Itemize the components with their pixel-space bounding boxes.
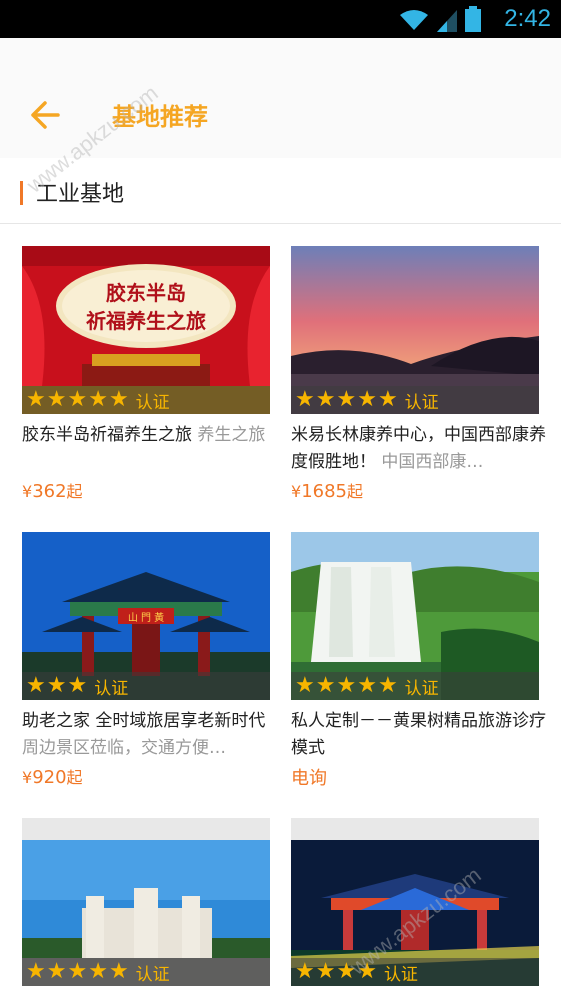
card-3-subtitle: 周边景区莅临，交通方便… [22, 738, 226, 758]
star-icon: ★ [295, 387, 315, 412]
card-4-price: 电询 [291, 764, 327, 790]
card-2-price: ¥1685起 [291, 478, 363, 502]
section-header: 工业基地 [0, 158, 561, 224]
star-icon: ★ [67, 673, 88, 698]
card-3-cert-badge: 认证 [94, 678, 129, 699]
card-4-title-text: 私人定制－－黄果树精品旅游诊疗模式 [291, 711, 546, 758]
star-icon: ★ [46, 387, 67, 412]
back-arrow-icon[interactable] [28, 98, 62, 132]
card-4-title: 私人定制－－黄果树精品旅游诊疗模式 [291, 708, 547, 762]
star-icon: ★ [108, 387, 129, 412]
card-1-stars: ★★★★★ [26, 387, 130, 413]
star-icon: ★ [357, 673, 377, 698]
star-icon: ★ [357, 387, 377, 412]
star-icon: ★ [26, 959, 46, 984]
card-3-rating: ★★★ 认证 [22, 672, 270, 700]
card-5-rating: ★★★★★ 认证 [22, 958, 270, 986]
star-icon: ★ [67, 387, 88, 412]
card-1-cert-badge: 认证 [135, 392, 170, 413]
card-6-stars: ★★★★ [295, 959, 378, 985]
status-icons [399, 6, 481, 32]
section-accent-bar [20, 181, 23, 205]
card-1-title: 胶东半岛祈福养生之旅 养生之旅 [22, 422, 278, 449]
page-title: 基地推荐 [112, 103, 208, 131]
star-icon: ★ [88, 959, 108, 984]
star-icon: ★ [377, 387, 398, 412]
card-3-price-value: 920 [32, 767, 67, 788]
card-2-stars: ★★★★★ [295, 387, 399, 413]
star-icon: ★ [67, 959, 88, 984]
star-icon: ★ [46, 673, 67, 698]
card-5-cert-badge: 认证 [135, 964, 170, 985]
card-1-title-text: 胶东半岛祈福养生之旅 [22, 425, 192, 445]
star-icon: ★ [88, 387, 108, 412]
card-5-image: ★★★★★ 认证 [22, 818, 270, 986]
card-2-image: ★★★★★ 认证 [291, 246, 539, 414]
card-3-image: 山 門 黃 ★★★ 认证 [22, 532, 270, 700]
star-icon: ★ [26, 387, 46, 412]
card-3-price-suffix: 起 [66, 768, 83, 787]
star-icon: ★ [108, 959, 129, 984]
signal-icon [437, 10, 457, 32]
star-icon: ★ [377, 673, 398, 698]
battery-icon [465, 6, 481, 32]
card-1-banner-line2: 祈福养生之旅 [86, 309, 206, 333]
card-1-subtitle: 养生之旅 [197, 425, 266, 445]
card-4-cert-badge: 认证 [404, 678, 439, 699]
wifi-icon [400, 10, 428, 30]
card-4-image: ★★★★★ 认证 [291, 532, 539, 700]
card-1-price-suffix: 起 [66, 482, 83, 501]
star-icon: ★ [336, 673, 357, 698]
star-icon: ★ [295, 673, 315, 698]
star-icon: ★ [26, 673, 46, 698]
card-2-price-suffix: 起 [347, 482, 364, 501]
star-icon: ★ [315, 673, 336, 698]
card-3-stars: ★★★ [26, 673, 88, 699]
card-3-title-text: 助老之家 全时域旅居享老新时代 [22, 711, 266, 731]
card-6-rating: ★★★★ 认证 [291, 958, 539, 986]
status-bar: 2:42 [0, 0, 561, 38]
card-2-rating: ★★★★★ 认证 [291, 386, 539, 414]
card-2-price-currency: ¥ [291, 482, 302, 501]
card-2-price-value: 1685 [301, 481, 347, 502]
card-1-price: ¥362起 [22, 478, 83, 502]
card-1-banner-line1: 胶东半岛 [106, 281, 186, 305]
card-3-price: ¥920起 [22, 764, 83, 788]
card-6-cert-badge: 认证 [383, 964, 418, 985]
card-3-gate-sign: 山 門 黃 [128, 611, 164, 624]
card-4-rating: ★★★★★ 认证 [291, 672, 539, 700]
card-3-price-currency: ¥ [22, 768, 33, 787]
star-icon: ★ [295, 959, 315, 984]
status-time: 2:42 [504, 5, 551, 32]
card-1-price-value: 362 [32, 481, 67, 502]
star-icon: ★ [315, 959, 336, 984]
card-4-stars: ★★★★★ [295, 673, 399, 699]
card-6-image: ★★★★ 认证 [291, 818, 539, 986]
card-1-rating: ★★★★★ 认证 [22, 386, 270, 414]
section-title: 工业基地 [36, 182, 125, 207]
star-icon: ★ [315, 387, 336, 412]
card-2-title: 米易长林康养中心，中国西部康养度假胜地！ 中国西部康… [291, 422, 547, 476]
card-1-image: 胶东半岛 祈福养生之旅 ★★★★★ 认证 [22, 246, 270, 414]
star-icon: ★ [336, 387, 357, 412]
card-5-stars: ★★★★★ [26, 959, 130, 985]
card-2-cert-badge: 认证 [404, 392, 439, 413]
card-4-price-value: 电询 [291, 768, 327, 789]
card-3-title: 助老之家 全时域旅居享老新时代 周边景区莅临，交通方便… [22, 708, 278, 762]
star-icon: ★ [336, 959, 357, 984]
star-icon: ★ [46, 959, 67, 984]
card-2-subtitle: 中国西部康… [381, 452, 484, 472]
star-icon: ★ [357, 959, 377, 984]
card-1-price-currency: ¥ [22, 482, 33, 501]
app-header: 基地推荐 [0, 38, 561, 158]
